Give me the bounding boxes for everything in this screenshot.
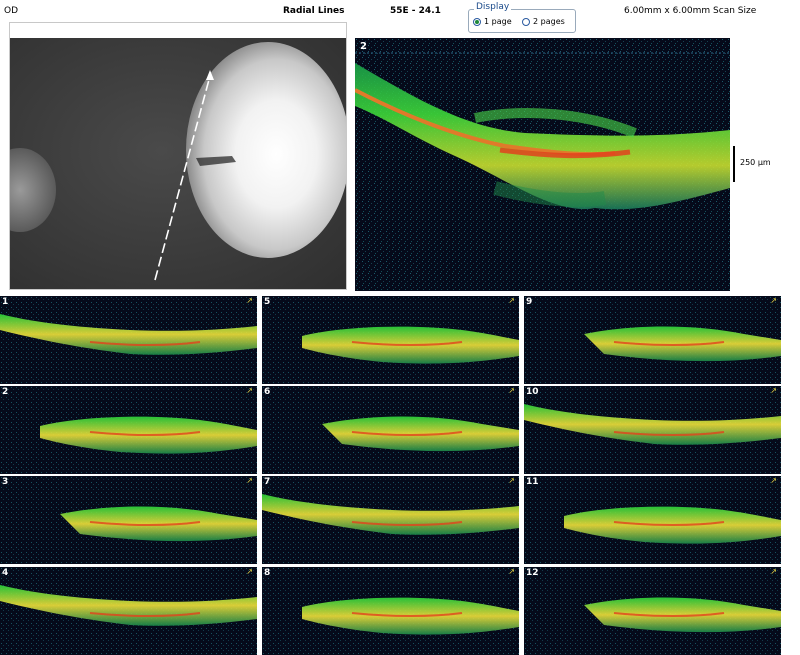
- radio-1-page[interactable]: 1 page: [473, 17, 512, 26]
- scale-label: 250 µm: [740, 158, 771, 167]
- radio-selected-icon: [473, 17, 481, 26]
- thumbnail-number: 5: [264, 297, 271, 307]
- thumbnail-scan-11[interactable]: 11 ↗: [524, 476, 781, 564]
- thumbnail-number: 4: [2, 568, 9, 578]
- thumbnail-svg: [524, 386, 781, 474]
- thumbnail-number: 1: [2, 297, 9, 307]
- thumbnail-svg: [262, 567, 519, 655]
- thumbnail-number: 8: [264, 568, 271, 578]
- radio-2-pages-label: 2 pages: [533, 17, 565, 26]
- thumbnail-svg: [0, 567, 257, 655]
- fundus-image[interactable]: [10, 38, 346, 289]
- thumbnail-scan-3[interactable]: 3 ↗: [0, 476, 257, 564]
- thumbnail-svg: [524, 296, 781, 384]
- scan-id-label: 55E - 24.1: [390, 6, 441, 16]
- radio-unselected-icon: [522, 17, 530, 26]
- scan-direction-icon: ↗: [770, 296, 777, 305]
- radio-1-page-label: 1 page: [484, 17, 512, 26]
- scan-direction-icon: ↗: [508, 567, 515, 576]
- thumbnail-number: 3: [2, 477, 9, 487]
- thumbnail-svg: [524, 476, 781, 564]
- main-bscan-svg: [355, 38, 730, 291]
- thumbnail-svg: [262, 476, 519, 564]
- main-bscan[interactable]: 2: [355, 38, 730, 291]
- scan-direction-icon: ↗: [508, 386, 515, 395]
- thumbnail-number: 6: [264, 387, 271, 397]
- thumbnail-svg: [262, 386, 519, 474]
- scan-direction-icon: ↗: [246, 296, 253, 305]
- scan-direction-icon: ↗: [246, 567, 253, 576]
- thumbnail-number: 11: [526, 477, 539, 487]
- eye-label: OD: [4, 6, 19, 16]
- thumbnail-svg: [0, 296, 257, 384]
- scan-direction-icon: ↗: [246, 386, 253, 395]
- scan-type-label: Radial Lines: [283, 6, 345, 16]
- thumbnail-scan-8[interactable]: 8 ↗: [262, 567, 519, 655]
- thumbnail-number: 9: [526, 297, 533, 307]
- thumbnail-scan-12[interactable]: 12 ↗: [524, 567, 781, 655]
- thumbnail-scan-5[interactable]: 5 ↗: [262, 296, 519, 384]
- thumbnail-scan-1[interactable]: 1 ↗: [0, 296, 257, 384]
- scan-direction-icon: ↗: [770, 386, 777, 395]
- thumbnail-scan-10[interactable]: 10 ↗: [524, 386, 781, 474]
- thumbnail-svg: [0, 386, 257, 474]
- thumbnail-number: 10: [526, 387, 539, 397]
- thumbnail-number: 12: [526, 568, 539, 578]
- scan-direction-icon: ↗: [508, 296, 515, 305]
- scan-size-label: 6.00mm x 6.00mm Scan Size: [624, 6, 757, 16]
- scan-direction-icon: ↗: [246, 476, 253, 485]
- radio-2-pages[interactable]: 2 pages: [522, 17, 565, 26]
- thumbnail-scan-6[interactable]: 6 ↗: [262, 386, 519, 474]
- scan-direction-icon: ↗: [770, 476, 777, 485]
- fundus-svg: [10, 38, 346, 289]
- thumbnail-svg: [524, 567, 781, 655]
- thumbnail-scan-7[interactable]: 7 ↗: [262, 476, 519, 564]
- thumbnail-scan-2[interactable]: 2 ↗: [0, 386, 257, 474]
- thumbnail-number: 2: [2, 387, 9, 397]
- thumbnail-svg: [262, 296, 519, 384]
- thumbnail-svg: [0, 476, 257, 564]
- scale-bar: [733, 146, 735, 182]
- thumbnail-scan-4[interactable]: 4 ↗: [0, 567, 257, 655]
- display-legend: Display: [474, 2, 512, 12]
- scan-direction-icon: ↗: [770, 567, 777, 576]
- main-scan-number: 2: [360, 41, 367, 52]
- scan-direction-icon: ↗: [508, 476, 515, 485]
- thumbnail-scan-9[interactable]: 9 ↗: [524, 296, 781, 384]
- thumbnail-number: 7: [264, 477, 271, 487]
